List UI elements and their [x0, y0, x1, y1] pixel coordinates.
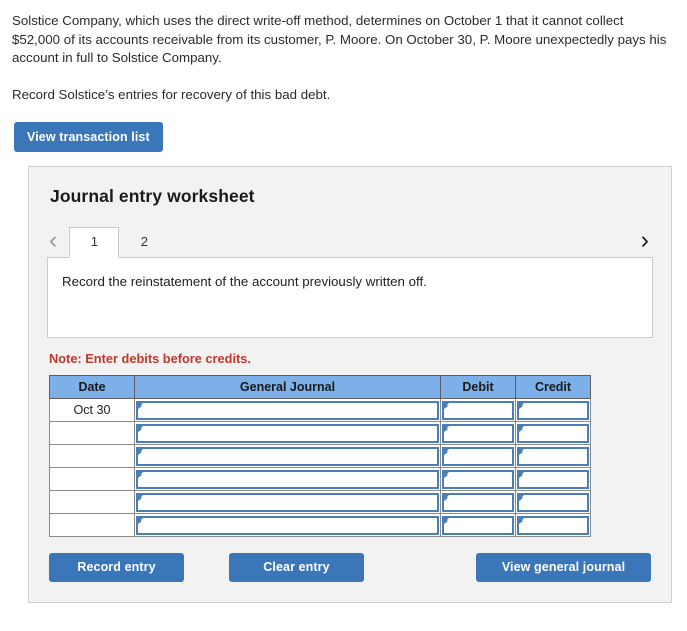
- general-journal-input[interactable]: [136, 423, 439, 443]
- general-journal-input[interactable]: [136, 515, 439, 535]
- debit-input[interactable]: [442, 469, 514, 489]
- date-cell[interactable]: [49, 421, 135, 445]
- general-journal-input[interactable]: [136, 446, 439, 466]
- credit-cell[interactable]: [515, 513, 591, 537]
- credit-input[interactable]: [517, 423, 589, 443]
- dropdown-triangle-icon: [519, 425, 524, 432]
- dropdown-triangle-icon: [444, 471, 449, 478]
- date-cell[interactable]: [49, 490, 135, 514]
- date-cell[interactable]: [49, 444, 135, 468]
- general-journal-input[interactable]: [136, 400, 439, 420]
- worksheet-title: Journal entry worksheet: [50, 186, 255, 206]
- worksheet-action-bar: Record entry Clear entry View general jo…: [49, 553, 651, 582]
- table-header-row: Date General Journal Debit Credit: [49, 375, 591, 399]
- general-journal-cell[interactable]: [134, 513, 441, 537]
- dropdown-triangle-icon: [519, 402, 524, 409]
- journal-entry-worksheet-panel: Journal entry worksheet ‹ 1 2 › Record t…: [28, 166, 672, 603]
- instruction-box: Record the reinstatement of the account …: [47, 257, 653, 338]
- debit-cell[interactable]: [440, 467, 516, 491]
- credit-cell[interactable]: [515, 398, 591, 422]
- debit-cell[interactable]: [440, 398, 516, 422]
- instruction-text: Record the reinstatement of the account …: [62, 274, 427, 289]
- general-journal-cell[interactable]: [134, 467, 441, 491]
- dropdown-triangle-icon: [519, 448, 524, 455]
- general-journal-input[interactable]: [136, 469, 439, 489]
- dropdown-triangle-icon: [138, 402, 143, 409]
- debit-input[interactable]: [442, 446, 514, 466]
- debit-input[interactable]: [442, 400, 514, 420]
- transaction-toolbar: View transaction list: [0, 104, 687, 152]
- dropdown-triangle-icon: [519, 494, 524, 501]
- debit-cell[interactable]: [440, 444, 516, 468]
- credit-cell[interactable]: [515, 444, 591, 468]
- column-header-general-journal: General Journal: [134, 375, 441, 399]
- debit-input[interactable]: [442, 492, 514, 512]
- tab-entry-2[interactable]: 2: [119, 226, 169, 257]
- debit-cell[interactable]: [440, 421, 516, 445]
- dropdown-triangle-icon: [138, 494, 143, 501]
- problem-paragraph-2: Record Solstice’s entries for recovery o…: [12, 86, 331, 102]
- general-journal-cell[interactable]: [134, 444, 441, 468]
- dropdown-triangle-icon: [444, 425, 449, 432]
- credit-cell[interactable]: [515, 490, 591, 514]
- column-header-credit: Credit: [515, 375, 591, 399]
- chevron-right-icon[interactable]: ›: [639, 228, 653, 257]
- dropdown-triangle-icon: [444, 448, 449, 455]
- dropdown-triangle-icon: [444, 494, 449, 501]
- dropdown-triangle-icon: [519, 471, 524, 478]
- debit-cell[interactable]: [440, 490, 516, 514]
- problem-paragraph-1: Solstice Company, which uses the direct …: [12, 13, 667, 65]
- credit-input[interactable]: [517, 446, 589, 466]
- credit-input[interactable]: [517, 469, 589, 489]
- date-cell[interactable]: [49, 513, 135, 537]
- general-journal-cell[interactable]: [134, 490, 441, 514]
- column-header-date: Date: [49, 375, 135, 399]
- dropdown-triangle-icon: [519, 517, 524, 524]
- chevron-left-icon[interactable]: ‹: [47, 228, 65, 257]
- record-entry-button[interactable]: Record entry: [49, 553, 184, 582]
- dropdown-triangle-icon: [138, 425, 143, 432]
- debits-before-credits-note: Note: Enter debits before credits.: [49, 351, 251, 366]
- dropdown-triangle-icon: [444, 517, 449, 524]
- dropdown-triangle-icon: [138, 448, 143, 455]
- table-row: [49, 421, 591, 445]
- column-header-debit: Debit: [440, 375, 516, 399]
- general-journal-cell[interactable]: [134, 398, 441, 422]
- dropdown-triangle-icon: [138, 471, 143, 478]
- table-row: Oct 30: [49, 398, 591, 422]
- problem-statement: Solstice Company, which uses the direct …: [0, 0, 687, 104]
- worksheet-tab-bar: ‹ 1 2 ›: [47, 223, 653, 258]
- debit-input[interactable]: [442, 515, 514, 535]
- credit-cell[interactable]: [515, 421, 591, 445]
- journal-entry-table: Date General Journal Debit Credit Oct 30: [49, 375, 591, 537]
- view-transaction-list-button[interactable]: View transaction list: [14, 122, 163, 152]
- date-cell[interactable]: Oct 30: [49, 398, 135, 422]
- credit-cell[interactable]: [515, 467, 591, 491]
- view-general-journal-button[interactable]: View general journal: [476, 553, 651, 582]
- dropdown-triangle-icon: [444, 402, 449, 409]
- table-row: [49, 444, 591, 468]
- credit-input[interactable]: [517, 492, 589, 512]
- tab-entry-1[interactable]: 1: [69, 227, 120, 258]
- general-journal-input[interactable]: [136, 492, 439, 512]
- table-row: [49, 467, 591, 491]
- table-row: [49, 513, 591, 537]
- debit-cell[interactable]: [440, 513, 516, 537]
- clear-entry-button[interactable]: Clear entry: [229, 553, 364, 582]
- dropdown-triangle-icon: [138, 517, 143, 524]
- credit-input[interactable]: [517, 515, 589, 535]
- table-row: [49, 490, 591, 514]
- debit-input[interactable]: [442, 423, 514, 443]
- date-cell[interactable]: [49, 467, 135, 491]
- general-journal-cell[interactable]: [134, 421, 441, 445]
- credit-input[interactable]: [517, 400, 589, 420]
